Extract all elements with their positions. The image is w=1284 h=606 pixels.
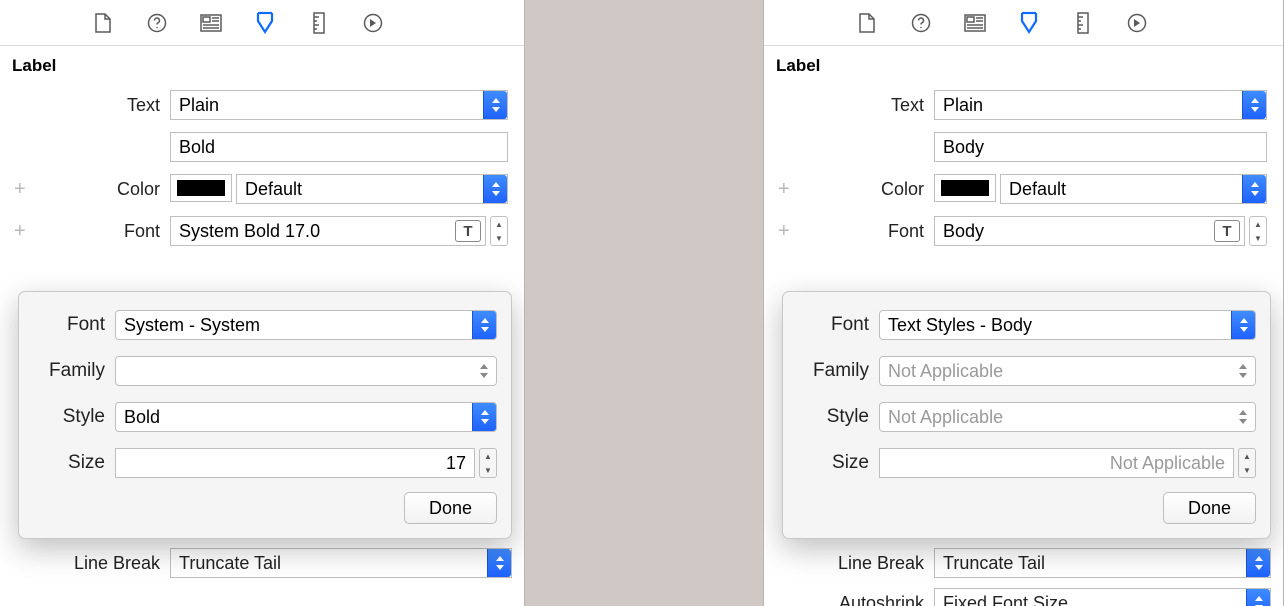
font-popover: Font Text Styles - Body Family Not Appli… bbox=[782, 291, 1271, 539]
size-tab-icon[interactable] bbox=[308, 12, 330, 34]
inspector-panel-left: Label Text Plain + Color bbox=[0, 0, 525, 606]
add-icon[interactable]: + bbox=[14, 178, 26, 201]
font-field[interactable]: System Bold 17.0 T bbox=[170, 216, 486, 246]
help-tab-icon[interactable] bbox=[146, 12, 168, 34]
size-stepper[interactable]: ▲▼ bbox=[1238, 448, 1256, 478]
connections-tab-icon[interactable] bbox=[1126, 12, 1148, 34]
color-swatch[interactable] bbox=[170, 174, 232, 202]
chevron-updown-icon bbox=[1231, 357, 1255, 385]
pop-family-select[interactable] bbox=[115, 356, 497, 386]
chevron-updown-icon bbox=[487, 549, 511, 577]
identity-tab-icon[interactable] bbox=[964, 12, 986, 34]
autoshrink-select[interactable]: Fixed Font Size bbox=[934, 588, 1271, 606]
color-select[interactable]: Default bbox=[236, 174, 508, 204]
done-button[interactable]: Done bbox=[404, 492, 497, 524]
add-icon[interactable]: + bbox=[778, 220, 790, 243]
pop-family-label: Family bbox=[33, 360, 115, 382]
text-value-input[interactable] bbox=[170, 132, 508, 162]
identity-tab-icon[interactable] bbox=[200, 12, 222, 34]
font-picker-icon[interactable]: T bbox=[1214, 220, 1240, 242]
chevron-updown-icon bbox=[472, 403, 496, 431]
pop-family-select[interactable]: Not Applicable bbox=[879, 356, 1256, 386]
color-select[interactable]: Default bbox=[1000, 174, 1267, 204]
chevron-updown-icon bbox=[472, 357, 496, 385]
pop-style-label: Style bbox=[797, 406, 879, 428]
chevron-updown-icon bbox=[1242, 91, 1266, 119]
inspector-tabbar bbox=[0, 0, 524, 46]
pop-size-label: Size bbox=[797, 452, 879, 474]
chevron-updown-icon bbox=[483, 91, 507, 119]
text-mode-select[interactable]: Plain bbox=[170, 90, 508, 120]
linebreak-label: Line Break bbox=[50, 553, 170, 574]
pop-family-label: Family bbox=[797, 360, 879, 382]
text-label: Text bbox=[764, 95, 934, 116]
done-button[interactable]: Done bbox=[1163, 492, 1256, 524]
help-tab-icon[interactable] bbox=[910, 12, 932, 34]
font-picker-icon[interactable]: T bbox=[455, 220, 481, 242]
font-stepper[interactable]: ▲▼ bbox=[490, 216, 508, 246]
size-tab-icon[interactable] bbox=[1072, 12, 1094, 34]
chevron-updown-icon bbox=[1246, 589, 1270, 606]
file-tab-icon[interactable] bbox=[92, 12, 114, 34]
attributes-tab-icon[interactable] bbox=[1018, 12, 1040, 34]
pop-font-select[interactable]: System - System bbox=[115, 310, 497, 340]
pop-style-select[interactable]: Bold bbox=[115, 402, 497, 432]
text-mode-select[interactable]: Plain bbox=[934, 90, 1267, 120]
font-field[interactable]: Body T bbox=[934, 216, 1245, 246]
size-stepper[interactable]: ▲▼ bbox=[479, 448, 497, 478]
text-label: Text bbox=[0, 95, 170, 116]
gap bbox=[525, 0, 763, 606]
linebreak-select[interactable]: Truncate Tail bbox=[934, 548, 1271, 578]
font-popover: Font System - System Family bbox=[18, 291, 512, 539]
pop-font-label: Font bbox=[33, 314, 115, 336]
linebreak-label: Line Break bbox=[814, 553, 934, 574]
pop-style-label: Style bbox=[33, 406, 115, 428]
attributes-tab-icon[interactable] bbox=[254, 12, 276, 34]
add-icon[interactable]: + bbox=[14, 220, 26, 243]
section-title: Label bbox=[764, 46, 1283, 84]
pop-font-label: Font bbox=[797, 314, 879, 336]
pop-style-select[interactable]: Not Applicable bbox=[879, 402, 1256, 432]
inspector-panel-right: Label Text Plain + Color bbox=[763, 0, 1284, 606]
file-tab-icon[interactable] bbox=[856, 12, 878, 34]
chevron-updown-icon bbox=[1231, 403, 1255, 431]
font-stepper[interactable]: ▲▼ bbox=[1249, 216, 1267, 246]
autoshrink-label: Autoshrink bbox=[814, 593, 934, 606]
add-icon[interactable]: + bbox=[778, 178, 790, 201]
linebreak-select[interactable]: Truncate Tail bbox=[170, 548, 512, 578]
chevron-updown-icon bbox=[1246, 549, 1270, 577]
text-value-input[interactable] bbox=[934, 132, 1267, 162]
chevron-updown-icon bbox=[472, 311, 496, 339]
pop-size-label: Size bbox=[33, 452, 115, 474]
color-swatch[interactable] bbox=[934, 174, 996, 202]
connections-tab-icon[interactable] bbox=[362, 12, 384, 34]
section-title: Label bbox=[0, 46, 524, 84]
chevron-updown-icon bbox=[1231, 311, 1255, 339]
pop-size-input[interactable] bbox=[879, 448, 1234, 478]
chevron-updown-icon bbox=[1242, 175, 1266, 203]
chevron-updown-icon bbox=[483, 175, 507, 203]
pop-font-select[interactable]: Text Styles - Body bbox=[879, 310, 1256, 340]
inspector-tabbar bbox=[764, 0, 1283, 46]
pop-size-input[interactable] bbox=[115, 448, 475, 478]
